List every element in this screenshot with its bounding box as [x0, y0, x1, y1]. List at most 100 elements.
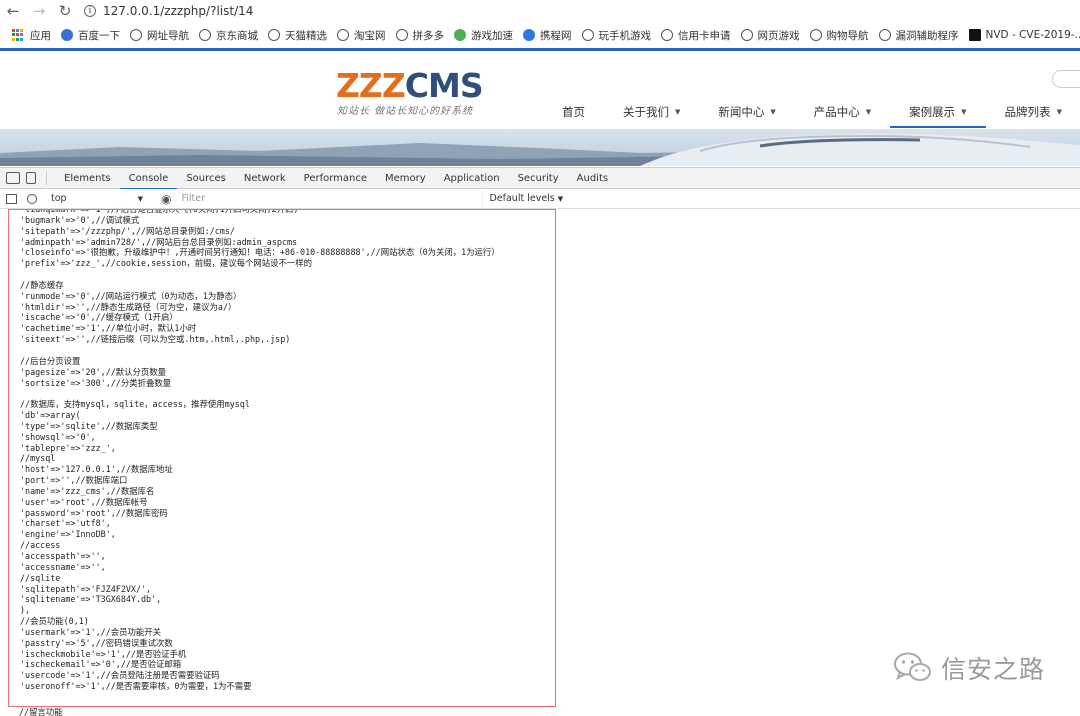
bookmark-item[interactable]: 拼多多	[395, 28, 444, 43]
bookmark-item[interactable]: 购物导航	[809, 28, 869, 43]
bookmark-item[interactable]: 网页游戏	[740, 28, 800, 43]
console-line: //数据库，支持mysql，sqlite，access，推荐使用mysql	[20, 399, 250, 410]
game-icon	[454, 29, 466, 41]
globe-icon	[337, 29, 349, 41]
url-text: 127.0.0.1/zzzphp/?list/14	[103, 4, 254, 18]
console-line: 'adminpath'=>'admin728/',//网站后台总目录例如:adm…	[20, 236, 298, 247]
console-line: 'port'=>'',//数据库端口	[20, 475, 128, 486]
console-line: 'name'=>'zzz_cms',//数据库名	[20, 485, 155, 496]
show-sidebar-icon[interactable]	[6, 193, 17, 204]
bookmark-label: 信用卡申请	[678, 29, 731, 42]
devtools-tab[interactable]: Elements	[55, 167, 120, 189]
bookmark-item[interactable]: 信用卡申请	[661, 28, 731, 43]
chevron-down-icon: ▼	[770, 108, 776, 116]
devtools-tab[interactable]: Memory	[376, 167, 435, 189]
bookmark-item[interactable]: 京东商城	[199, 28, 258, 43]
site-nav-item[interactable]: 首页	[543, 95, 604, 129]
console-line: 'ischeckemail'=>'0',//是否验证邮箱	[20, 659, 182, 670]
info-icon[interactable]: i	[84, 5, 96, 17]
site-nav-item[interactable]: 关于我们 ▼	[604, 95, 699, 129]
site-nav-item[interactable]: 新闻中心 ▼	[699, 95, 794, 129]
console-line: 'showsql'=>'0',	[20, 431, 96, 442]
globe-icon	[740, 29, 753, 41]
site-nav-item[interactable]: 案例展示 ▼	[890, 95, 986, 129]
reload-icon[interactable]: ↻	[52, 0, 78, 22]
levels-caret-icon: ▼	[557, 195, 564, 203]
console-line: 'accesspath'=>'',	[20, 551, 106, 561]
site-nav-label: 关于我们	[623, 105, 669, 119]
site-search-input[interactable]	[1052, 70, 1080, 88]
wechat-watermark: 信安之路	[893, 650, 1045, 686]
bookmark-item[interactable]: NVD - CVE-2019-...	[968, 29, 1080, 41]
back-arrow-icon[interactable]: ←	[0, 0, 26, 22]
log-levels-dropdown[interactable]: Default levels ▼	[489, 193, 563, 204]
ctrip-icon	[523, 29, 535, 41]
console-toolbar: top ▼ ◉ Filter Default levels ▼	[0, 189, 1080, 209]
devtools-tab[interactable]: Security	[509, 167, 568, 189]
console-line: 'bugmark'=>'0',//调试模式	[20, 214, 140, 225]
bookmark-label: 网址导航	[147, 29, 189, 42]
console-line: 'prefix'=>'zzz_',//cookie,session，前缀，建议每…	[20, 258, 313, 269]
bookmark-item[interactable]: 应用	[12, 28, 51, 43]
bookmarks-bar: 应用 百度一下 网址导航 京东商城 天猫精选 淘宝网 拼多多 游戏加速 携程网 玩手机游戏 信用卡申…	[0, 23, 1080, 47]
live-expression-eye-icon[interactable]: ◉	[161, 192, 171, 206]
device-toolbar-icon[interactable]	[26, 172, 36, 184]
devtools-tab[interactable]: Performance	[295, 167, 376, 189]
site-logo[interactable]: ZZZCMS	[336, 66, 484, 105]
bookmark-item[interactable]: 携程网	[523, 28, 572, 43]
context-select[interactable]: top ▼	[47, 191, 147, 207]
console-line: 'password'=>'root',//数据库密码	[20, 507, 168, 518]
bookmark-label: 天猫精选	[285, 29, 327, 42]
clear-console-icon[interactable]	[27, 193, 37, 204]
devtools-tab[interactable]: Console	[119, 167, 178, 190]
browser-address-row: ← → ↻ i 127.0.0.1/zzzphp/?list/14	[0, 0, 1080, 22]
site-nav-label: 案例展示	[909, 105, 956, 119]
console-line: 'sitepath'=>'/zzzphp/',//网站总目录例如:/cms/	[20, 225, 235, 236]
bookmark-item[interactable]: 网址导航	[130, 28, 189, 43]
site-nav: 首页 关于我们 ▼ 新闻中心 ▼ 产品中心 ▼ 案例展示 ▼ 品牌列表 ▼	[543, 95, 1080, 129]
site-nav-item[interactable]: 产品中心 ▼	[795, 95, 890, 129]
watermark-text: 信安之路	[941, 655, 1046, 684]
globe-icon	[199, 29, 211, 41]
site-nav-label: 新闻中心	[718, 105, 765, 119]
globe-icon	[809, 29, 822, 41]
console-line: 'db'=>array(	[20, 410, 81, 421]
site-nav-item[interactable]: 品牌列表 ▼	[986, 95, 1080, 129]
console-line: 'iscache'=>'0',//缓存模式（1开启）	[20, 312, 178, 323]
devtools-tab[interactable]: Audits	[568, 167, 617, 189]
console-line: //后台分页设置	[20, 355, 81, 366]
bookmark-item[interactable]: 天猫精选	[268, 28, 327, 43]
globe-icon	[395, 29, 408, 41]
console-line: 'sqlitepath'=>'FJZ4F2VX/',	[20, 583, 152, 594]
bookmark-item[interactable]: 游戏加速	[454, 28, 513, 43]
bookmark-item[interactable]: 漏洞辅助程序	[878, 28, 959, 43]
bookmark-item[interactable]: 玩手机游戏	[581, 28, 651, 43]
devtools-tab[interactable]: Sources	[177, 167, 235, 189]
bookmark-label: 携程网	[540, 29, 572, 42]
address-bar[interactable]: i 127.0.0.1/zzzphp/?list/14	[84, 1, 253, 21]
console-line: ),	[20, 605, 31, 616]
devtools-tab[interactable]: Application	[435, 167, 509, 189]
globe-icon	[878, 29, 891, 41]
site-nav-label: 品牌列表	[1004, 105, 1051, 119]
bookmark-item[interactable]: 淘宝网	[337, 28, 386, 43]
apps-icon	[12, 29, 24, 41]
inspect-element-icon[interactable]	[6, 172, 20, 184]
filter-placeholder: Filter	[181, 193, 206, 204]
bookmark-label: 网页游戏	[757, 29, 800, 42]
bookmark-item[interactable]: 百度一下	[61, 28, 120, 43]
console-filter-input[interactable]: Filter	[177, 190, 484, 207]
chevron-down-icon: ▼	[675, 108, 681, 116]
forward-arrow-icon[interactable]: →	[26, 0, 52, 22]
devtools-tab[interactable]: Network	[235, 167, 295, 189]
console-line: 'sqlitename'=>'T3GX684Y.db',	[20, 594, 162, 605]
console-line: 'user'=>'root',//数据库帐号	[20, 496, 148, 507]
levels-label: Default levels	[489, 193, 555, 204]
bookmark-label: 游戏加速	[471, 29, 513, 42]
console-line: 'type'=>'sqlite',//数据库类型	[20, 420, 158, 431]
console-line: 'useronoff'=>'1',//是否需要审核，0为需要，1为不需要	[20, 681, 252, 692]
logo-cms: CMS	[404, 66, 484, 105]
banner-car-illustration	[0, 133, 1080, 166]
